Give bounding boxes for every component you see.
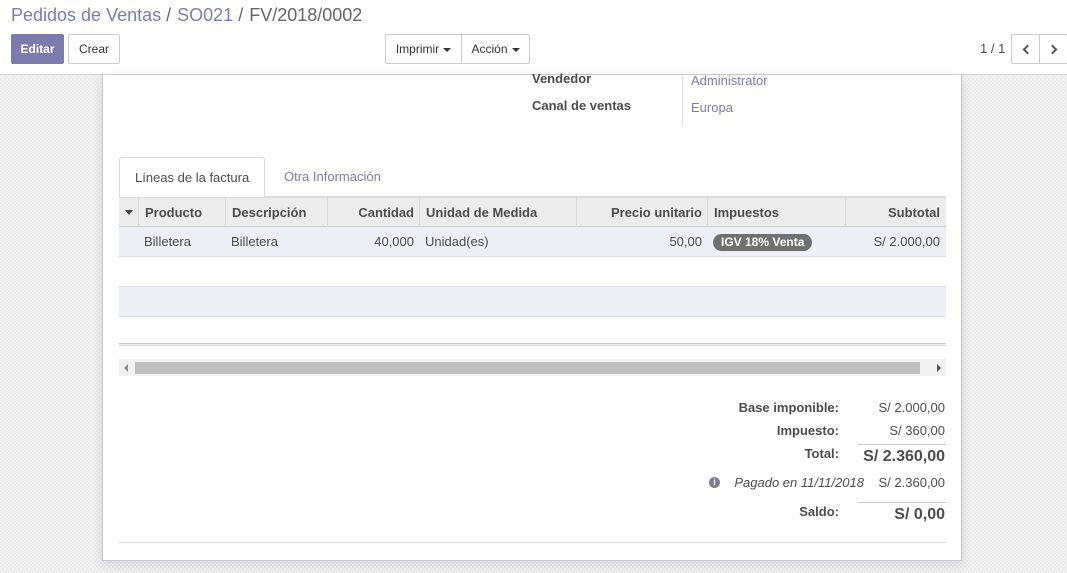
tax-badge: IGV 18% Venta — [713, 234, 813, 251]
breadcrumb-current: FV/2018/0002 — [249, 5, 363, 25]
caret-down-icon — [125, 210, 133, 215]
table-row[interactable]: Billetera Billetera 40,000 Unidad(es) 50… — [119, 227, 946, 257]
breadcrumb-separator: / — [238, 5, 244, 25]
sheet-bottom-divider — [119, 542, 946, 543]
column-header-quantity[interactable]: Cantidad — [327, 198, 420, 227]
cell-product: Billetera — [144, 234, 191, 249]
breadcrumb-separator: / — [166, 5, 172, 25]
field-divider — [682, 75, 683, 127]
column-header-taxes[interactable]: Impuestos — [707, 198, 846, 227]
breadcrumb-sales-orders[interactable]: Pedidos de Ventas — [11, 5, 161, 25]
total-divider — [858, 444, 946, 445]
scroll-right-icon[interactable] — [937, 364, 941, 372]
create-button[interactable]: Crear — [68, 34, 120, 64]
scrollbar-thumb[interactable] — [135, 362, 920, 374]
pager-value: 1 / 1 — [980, 41, 1006, 56]
column-header-product[interactable]: Producto — [138, 198, 225, 227]
action-label: Acción — [471, 42, 508, 56]
cell-taxes: IGV 18% Venta — [707, 227, 846, 257]
pager-previous-button[interactable] — [1011, 34, 1040, 64]
empty-row — [119, 287, 946, 317]
base-amount-value: S/ 2.000,00 — [878, 400, 946, 415]
caret-down-icon — [511, 47, 520, 52]
table-header: Producto Descripción Cantidad Unidad de … — [119, 197, 946, 227]
column-header-subtotal[interactable]: Subtotal — [845, 198, 946, 227]
breadcrumb-order[interactable]: SO021 — [177, 5, 233, 25]
total-value: S/ 2.360,00 — [863, 448, 945, 465]
control-panel: Pedidos de Ventas / SO021/FV/2018/0002 Edi… — [0, 0, 1067, 75]
cell-description: Billetera — [231, 234, 278, 249]
cell-unit-price: 50,00 — [669, 234, 702, 249]
column-header-unit-price[interactable]: Precio unitario — [576, 198, 708, 227]
tax-amount-value: S/ 360,00 — [889, 423, 945, 438]
invoice-lines-table: Producto Descripción Cantidad Unidad de … — [119, 197, 946, 317]
chevron-right-icon — [1047, 44, 1057, 55]
tax-amount-label: Impuesto: — [776, 423, 839, 438]
payment-value: S/ 2.360,00 — [878, 475, 946, 490]
table-footer-divider — [119, 343, 946, 346]
table-scroll-area — [119, 343, 946, 376]
sales-channel-value[interactable]: Europa — [691, 100, 733, 115]
sales-channel-label: Canal de ventas — [532, 98, 631, 113]
cell-unit: Unidad(es) — [425, 234, 489, 249]
scroll-left-icon[interactable] — [124, 364, 128, 372]
caret-down-icon — [443, 47, 452, 52]
cell-quantity: 40,000 — [374, 234, 414, 249]
balance-value: S/ 0,00 — [894, 506, 945, 523]
cell-subtotal: S/ 2.000,00 — [873, 234, 941, 249]
breadcrumb: Pedidos de Ventas / SO021/FV/2018/0002 — [11, 5, 362, 26]
base-amount-label: Base imponible: — [738, 400, 839, 415]
total-label: Total: — [804, 446, 839, 461]
chevron-left-icon — [1022, 44, 1032, 55]
salesperson-value[interactable]: Administrator — [691, 73, 768, 88]
balance-label: Saldo: — [799, 504, 839, 519]
horizontal-scrollbar[interactable] — [119, 359, 946, 376]
notebook-tabs: Líneas de la factura Otra Información — [119, 157, 946, 198]
tab-invoice-lines[interactable]: Líneas de la factura — [119, 157, 266, 198]
empty-row — [119, 257, 946, 287]
column-header-unit[interactable]: Unidad de Medida — [419, 198, 576, 227]
print-dropdown-button[interactable]: Imprimir — [385, 34, 462, 64]
info-icon[interactable]: i — [709, 477, 720, 488]
edit-button[interactable]: Editar — [11, 34, 64, 64]
action-dropdown-button[interactable]: Acción — [461, 34, 530, 64]
tab-other-info[interactable]: Otra Información — [269, 157, 396, 198]
balance-divider — [858, 502, 946, 503]
pager-next-button[interactable] — [1039, 34, 1067, 64]
print-label: Imprimir — [395, 42, 440, 56]
payment-label: Pagado en 11/11/2018 — [734, 475, 864, 490]
form-sheet: Vendedor Administrator Canal de ventas E… — [102, 71, 962, 561]
sort-column-toggle[interactable] — [119, 198, 139, 227]
salesperson-label: Vendedor — [532, 71, 592, 86]
column-header-description[interactable]: Descripción — [225, 198, 327, 227]
